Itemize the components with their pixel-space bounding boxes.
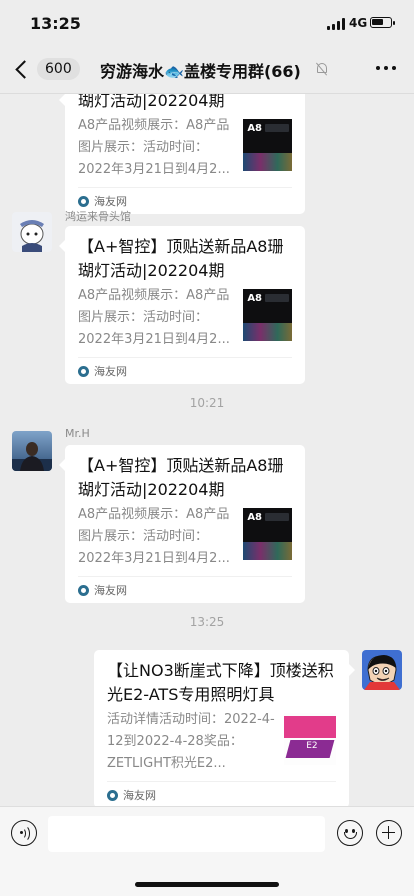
- network-type: 4G: [349, 16, 368, 30]
- link-card[interactable]: 【让NO3断崖式下降】顶楼送积光E2-ATS专用照明灯具 活动详情活动时间：20…: [94, 650, 355, 806]
- back-button[interactable]: 600: [12, 54, 80, 84]
- link-card[interactable]: 【A+智控】顶贴送新品A8珊瑚灯活动|202204期 A8产品视频展示：A8产品…: [59, 226, 305, 384]
- sender-name: Mr.H: [65, 427, 90, 440]
- lamp-image: [265, 294, 289, 302]
- link-card[interactable]: 瑚灯活动|202204期 A8产品视频展示：A8产品图片展示：活动时间：2022…: [59, 94, 305, 214]
- chat-title-suffix: 盖楼专用群(66): [183, 62, 301, 81]
- battery-icon: [370, 17, 395, 28]
- source-logo-icon: [107, 789, 118, 801]
- home-area: [0, 862, 414, 896]
- message-timestamp: 13:25: [189, 615, 225, 629]
- link-card-title: 【A+智控】顶贴送新品A8珊瑚灯活动|202204期: [78, 237, 284, 280]
- link-card-source: 海友网: [78, 357, 292, 384]
- reef-image: [243, 542, 292, 560]
- source-name: 海友网: [94, 365, 127, 378]
- avatar-image: [12, 431, 52, 471]
- avatar-image: [12, 212, 52, 252]
- link-card-source: 海友网: [107, 781, 336, 806]
- lamp-image: [265, 513, 289, 521]
- link-card-title: 瑚灯活动|202204期: [78, 94, 225, 110]
- link-card[interactable]: 【A+智控】顶贴送新品A8珊瑚灯活动|202204期 A8产品视频展示：A8产品…: [59, 445, 305, 603]
- promo-banner: [284, 716, 336, 738]
- fish-emoji: 🐟: [164, 62, 184, 81]
- reef-image: [243, 323, 292, 341]
- thumbnail-label: A8: [247, 123, 263, 134]
- chevron-left-icon: [15, 59, 34, 79]
- mute-bell-icon: [315, 62, 328, 76]
- avatar[interactable]: [362, 650, 402, 690]
- message-input-bar: [0, 806, 414, 862]
- sender-name: 鸿运来骨头馆: [65, 210, 131, 223]
- link-card-title: 【让NO3断崖式下降】顶楼送积光E2-ATS专用照明灯具: [107, 661, 334, 704]
- source-name: 海友网: [123, 789, 156, 802]
- message-timestamp: 10:21: [189, 396, 225, 410]
- status-bar: 13:25 4G: [0, 0, 414, 44]
- source-logo-icon: [78, 195, 89, 207]
- emoji-button[interactable]: [337, 820, 363, 846]
- link-card-thumbnail: E2: [284, 713, 336, 765]
- chat-message-list[interactable]: 瑚灯活动|202204期 A8产品视频展示：A8产品图片展示：活动时间：2022…: [0, 94, 414, 806]
- more-options-button[interactable]: [376, 66, 396, 70]
- chat-title: 穷游海水🐟盖楼专用群(66): [100, 58, 301, 82]
- message-input[interactable]: [48, 816, 325, 852]
- add-attachment-button[interactable]: [376, 820, 402, 846]
- signal-icon: [327, 18, 345, 30]
- link-card-description: 活动详情活动时间：2022-4-12到2022-4-28奖品：ZETLIGHT积…: [107, 712, 275, 771]
- thumbnail-label: A8: [247, 512, 263, 523]
- voice-input-button[interactable]: [11, 820, 37, 846]
- unread-count-badge: 600: [37, 58, 80, 80]
- avatar-image: [362, 650, 402, 690]
- source-logo-icon: [78, 365, 89, 377]
- link-card-thumbnail: A8: [243, 119, 292, 171]
- thumbnail-label: E2: [306, 741, 318, 751]
- link-card-source: 海友网: [78, 576, 292, 603]
- link-card-thumbnail: A8: [243, 508, 292, 560]
- link-card-title: 【A+智控】顶贴送新品A8珊瑚灯活动|202204期: [78, 456, 284, 499]
- link-card-description: A8产品视频展示：A8产品图片展示：活动时间：2022年3月21日到4月2...: [78, 288, 230, 347]
- source-name: 海友网: [94, 195, 127, 208]
- status-time: 13:25: [30, 14, 81, 33]
- link-card-description: A8产品视频展示：A8产品图片展示：活动时间：2022年3月21日到4月2...: [78, 507, 230, 566]
- avatar[interactable]: [12, 212, 52, 252]
- lamp-image: [265, 124, 289, 132]
- chat-title-prefix: 穷游海水: [100, 62, 165, 81]
- source-logo-icon: [78, 584, 89, 596]
- source-name: 海友网: [94, 584, 127, 597]
- link-card-thumbnail: A8: [243, 289, 292, 341]
- chat-header: 600 穷游海水🐟盖楼专用群(66): [0, 44, 414, 94]
- link-card-description: A8产品视频展示：A8产品图片展示：活动时间：2022年3月21日到4月2...: [78, 118, 230, 177]
- avatar[interactable]: [12, 431, 52, 471]
- reef-image: [243, 153, 292, 171]
- thumbnail-label: A8: [247, 293, 263, 304]
- home-indicator[interactable]: [135, 882, 279, 887]
